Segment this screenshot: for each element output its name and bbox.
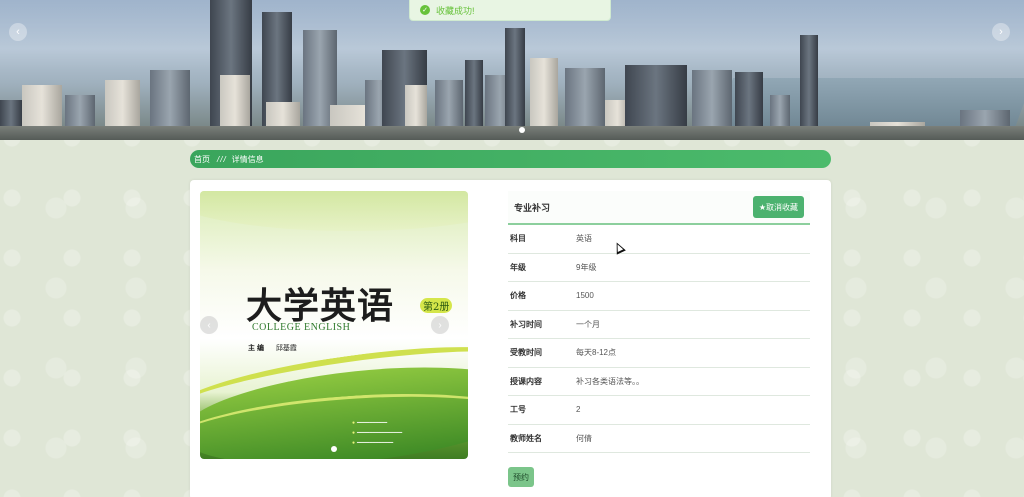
detail-value: 补习各类语法等。。 (576, 376, 644, 386)
cancel-favorite-button[interactable]: ★取消收藏 (752, 196, 804, 218)
detail-value: 1500 (576, 291, 594, 301)
breadcrumb: 首页 /// 详情信息 (190, 150, 831, 168)
hero-banner: ‹ › (0, 0, 1024, 140)
breadcrumb-home-link[interactable]: 首页 (194, 154, 210, 165)
chevron-right-icon: › (999, 26, 1003, 38)
success-toast: ✓ 收藏成功! (409, 0, 611, 21)
detail-row: 受教时间 每天8-12点 (508, 339, 810, 368)
chevron-left-icon: ‹ (16, 26, 20, 38)
ground (0, 126, 1024, 140)
detail-row: 补习时间 一个月 (508, 311, 810, 339)
detail-label: 教师姓名 (510, 433, 542, 443)
detail-value: 一个月 (576, 319, 600, 329)
image-prev-button[interactable]: ‹ (200, 316, 218, 334)
toast-message: 收藏成功! (436, 5, 475, 16)
detail-label: 工号 (510, 405, 526, 415)
banner-next-button[interactable]: › (992, 23, 1010, 41)
image-indicator-dot[interactable] (331, 446, 337, 452)
cover-bullets: ● ━━━━━━━━━━ ● ━━━━━━━━━━━━━━━ ● ━━━━━━━━━━… (352, 420, 403, 446)
cover-editor-label: 主 编 (248, 345, 264, 352)
tower (505, 28, 525, 140)
detail-card: 大学英语 第2册 COLLEGE ENGLISH 主 编 邱基霞 ● ━━━━━━… (190, 180, 831, 497)
detail-label: 受教时间 (510, 348, 542, 358)
cover-editor: 主 编 邱基霞 (248, 343, 297, 353)
detail-label: 科目 (510, 234, 526, 244)
check-circle-icon: ✓ (420, 5, 430, 15)
chevron-left-icon: ‹ (207, 319, 211, 331)
banner-indicator-dot[interactable] (519, 127, 525, 133)
detail-row: 科目 英语 (508, 225, 810, 254)
details-header: 专业补习 ★取消收藏 (508, 191, 810, 225)
detail-value: 何倩 (576, 433, 592, 443)
book-button[interactable]: 预约 (508, 467, 534, 487)
breadcrumb-current: 详情信息 (231, 154, 264, 164)
detail-row: 价格 1500 (508, 282, 810, 311)
chevron-right-icon: › (438, 319, 442, 331)
cover-editor-name: 邱基霞 (275, 345, 297, 352)
detail-value: 2 (576, 405, 581, 415)
tower (800, 35, 818, 140)
cover-subtitle: COLLEGE ENGLISH (252, 322, 351, 333)
detail-row: 工号 2 (508, 396, 810, 425)
detail-value: 每天8-12点 (576, 348, 617, 358)
detail-value: 9年级 (576, 262, 597, 272)
cover-volume: 第2册 (420, 298, 453, 313)
breadcrumb-separator: /// (217, 154, 227, 164)
detail-row: 教师姓名 何倩 (508, 425, 810, 453)
detail-label: 授课内容 (510, 376, 542, 386)
detail-label: 补习时间 (510, 319, 542, 329)
course-name: 专业补习 (514, 202, 551, 213)
cover-decoration (200, 191, 468, 231)
detail-label: 年级 (510, 262, 526, 272)
course-details: 专业补习 ★取消收藏 科目 英语年级 9年级价格 1500 补习时间 一个月受教时间 每天8… (508, 191, 810, 453)
banner-prev-button[interactable]: ‹ (9, 23, 27, 41)
course-image-carousel: 大学英语 第2册 COLLEGE ENGLISH 主 编 邱基霞 ● ━━━━━━… (200, 191, 468, 459)
detail-label: 价格 (510, 291, 526, 301)
detail-value: 英语 (576, 234, 592, 244)
image-next-button[interactable]: › (431, 316, 449, 334)
detail-row: 年级 9年级 (508, 254, 810, 282)
detail-row: 授课内容 补习各类语法等。。 (508, 368, 810, 396)
detail-rows: 科目 英语年级 9年级价格 1500 补习时间 一个月受教时间 每天8-12点授课内容 补习各… (508, 225, 810, 453)
